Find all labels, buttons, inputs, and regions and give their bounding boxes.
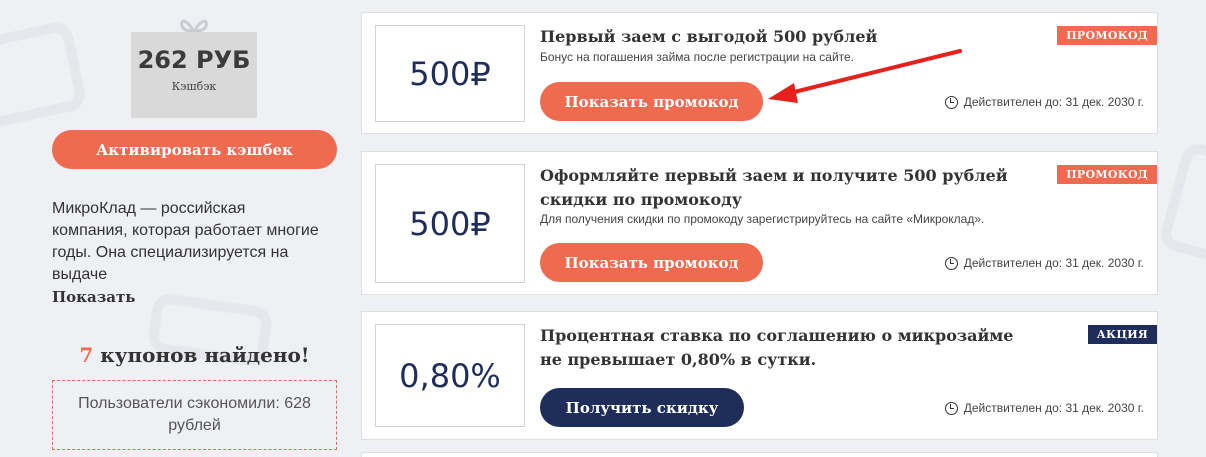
coupons-found-heading: 7 купонов найдено! xyxy=(52,343,337,367)
coupon-validity: Действителен до: 31 дек. 2030 г. xyxy=(944,95,1144,109)
coupon-card: 500₽ Оформляйте первый заем и получите 5… xyxy=(361,151,1158,295)
coupon-card-partial xyxy=(361,452,1158,457)
clock-icon xyxy=(944,256,958,270)
coupons-found-text: купонов найдено! xyxy=(100,343,310,367)
show-promocode-button[interactable]: Показать промокод xyxy=(540,82,763,121)
coupon-value: 500₽ xyxy=(375,25,525,122)
coupon-title: Процентная ставка по соглашению о микроз… xyxy=(540,326,1014,369)
coupon-title: Оформляйте первый заем и получите 500 ру… xyxy=(540,166,1008,209)
coupon-type-badge: ПРОМОКОД xyxy=(1057,165,1157,184)
get-discount-button[interactable]: Получить скидку xyxy=(540,388,744,427)
coupon-card: 0,80% Процентная ставка по соглашению о … xyxy=(361,311,1158,440)
coupon-validity: Действителен до: 31 дек. 2030 г. xyxy=(944,256,1144,270)
users-saved-box: Пользователи сэкономили: 628 рублей xyxy=(52,380,337,450)
coupon-type-badge: АКЦИЯ xyxy=(1087,325,1157,344)
cashback-box: 262 РУБ Кэшбэк xyxy=(131,32,257,118)
background-decoration xyxy=(1157,140,1206,270)
coupon-value: 500₽ xyxy=(375,164,525,283)
coupons-count: 7 xyxy=(79,343,94,367)
coupon-validity-text: Действителен до: 31 дек. 2030 г. xyxy=(963,95,1144,109)
clock-icon xyxy=(944,401,958,415)
coupon-subtitle: Для получения скидки по промокоду зареги… xyxy=(540,212,985,226)
cashback-amount: 262 РУБ xyxy=(137,46,251,74)
coupon-value: 0,80% xyxy=(375,324,525,427)
cashback-label: Кэшбэк xyxy=(171,80,217,93)
arrow-annotation-icon xyxy=(768,49,962,103)
coupon-validity-text: Действителен до: 31 дек. 2030 г. xyxy=(963,256,1144,270)
sidebar: 262 РУБ Кэшбэк Активировать кэшбек Микро… xyxy=(0,0,360,457)
coupon-type-badge: ПРОМОКОД xyxy=(1057,26,1157,45)
coupon-validity: Действителен до: 31 дек. 2030 г. xyxy=(944,401,1144,415)
activate-cashback-button[interactable]: Активировать кэшбек xyxy=(52,130,337,169)
show-promocode-button[interactable]: Показать промокод xyxy=(540,243,763,282)
coupon-validity-text: Действителен до: 31 дек. 2030 г. xyxy=(963,401,1144,415)
gift-icon xyxy=(180,19,208,34)
store-description: МикроКлад — российская компания, которая… xyxy=(52,200,319,283)
show-more-link[interactable]: Показать xyxy=(52,288,136,306)
